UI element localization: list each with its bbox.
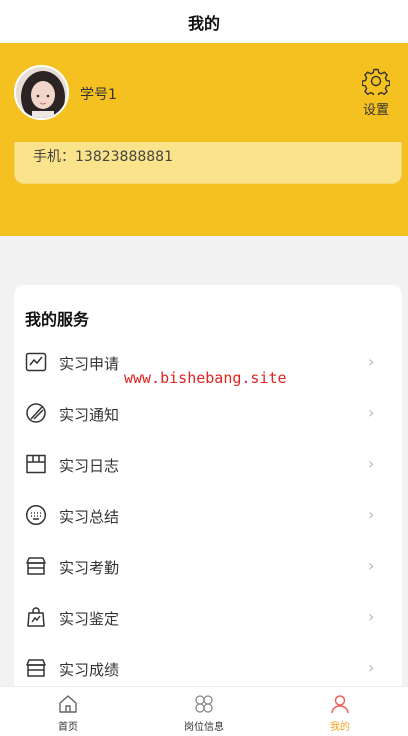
home-icon <box>59 695 77 713</box>
tab-label: 岗位信息 <box>184 722 224 733</box>
service-item-internship-log[interactable]: 实习日志 › <box>14 439 402 490</box>
tab-bar: 首页 岗位信息 我的 <box>0 686 408 736</box>
service-label: 实习鉴定 <box>59 610 120 628</box>
chevron-right-icon: › <box>368 505 375 524</box>
service-item-internship-attendance[interactable]: 实习考勤 › <box>14 541 402 592</box>
tab-jobs[interactable]: 岗位信息 <box>136 687 272 736</box>
user-icon <box>331 695 349 714</box>
gear-icon <box>362 68 390 95</box>
tab-label: 首页 <box>58 722 78 733</box>
service-label: 实习成绩 <box>59 661 120 679</box>
title-bar: 我的 <box>0 0 408 43</box>
brush-icon <box>26 403 46 423</box>
service-item-internship-notice[interactable]: 实习通知 › <box>14 388 402 439</box>
chevron-right-icon: › <box>368 607 375 626</box>
service-item-internship-appraisal[interactable]: 实习鉴定 › <box>14 592 402 643</box>
username: 学号1 <box>80 87 117 103</box>
page-title: 我的 <box>187 13 220 33</box>
services-card: 我的服务 实习申请 › 实习通知 › 实习日志 › 实习总结 › 实习考勤 › … <box>14 285 402 695</box>
keyboard-icon <box>25 504 47 526</box>
chart-icon <box>25 352 47 372</box>
chevron-right-icon: › <box>368 556 375 575</box>
bag-icon <box>27 607 45 627</box>
chevron-right-icon: › <box>368 454 375 473</box>
chevron-right-icon: › <box>368 352 375 371</box>
tab-home[interactable]: 首页 <box>0 687 136 736</box>
settings-button[interactable]: 设置 <box>356 67 396 119</box>
settings-label: 设置 <box>362 103 389 118</box>
phone-card: 手机：13823888881 <box>14 142 402 184</box>
service-label: 实习考勤 <box>59 559 120 577</box>
service-label: 实习申请 <box>59 355 120 373</box>
services-heading: 我的服务 <box>25 310 90 329</box>
tab-mine[interactable]: 我的 <box>272 687 408 736</box>
watermark-text: www.bishebang.site <box>124 369 287 387</box>
box-icon <box>26 454 46 474</box>
phone-number: 手机：13823888881 <box>33 149 173 165</box>
chevron-right-icon: › <box>368 403 375 422</box>
service-label: 实习总结 <box>59 508 120 526</box>
profile-header: 学号1 设置 手机：13823888881 <box>0 43 408 236</box>
service-label: 实习日志 <box>59 457 120 475</box>
grid-icon <box>195 695 213 713</box>
avatar[interactable] <box>14 65 69 120</box>
store-icon <box>26 557 46 575</box>
service-label: 实习通知 <box>59 406 120 424</box>
avatar-photo <box>16 67 67 118</box>
store-icon <box>26 659 46 677</box>
chevron-right-icon: › <box>368 658 375 677</box>
tab-label: 我的 <box>330 722 350 733</box>
service-item-internship-summary[interactable]: 实习总结 › <box>14 490 402 541</box>
